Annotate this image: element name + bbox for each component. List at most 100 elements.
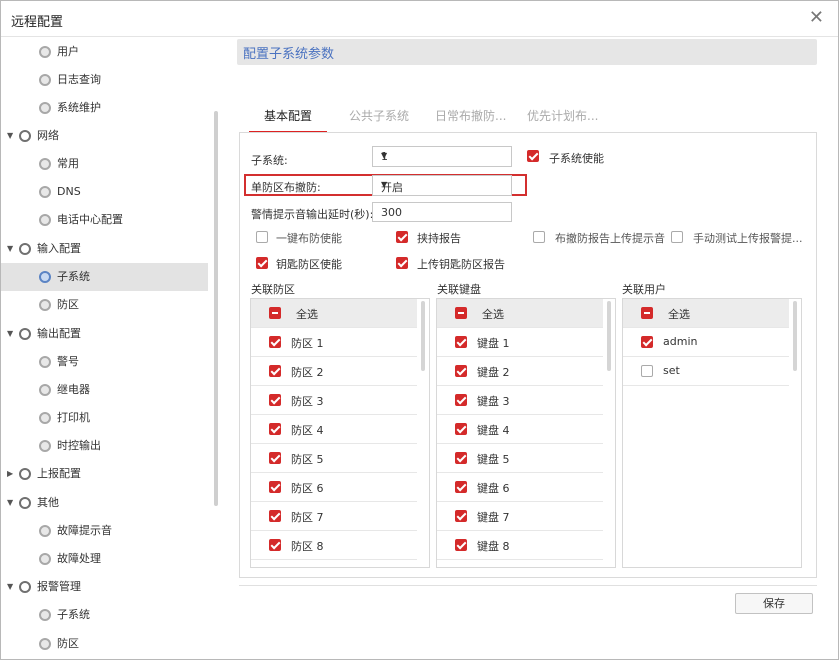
manual-test-checkbox[interactable] [671,231,683,243]
tree-item[interactable]: 打印机 [1,404,90,432]
select-all-checkbox[interactable] [641,307,653,319]
item-checkbox[interactable] [455,394,467,406]
item-checkbox[interactable] [455,423,467,435]
tree-item-label: 报警管理 [37,580,81,593]
list-item[interactable]: set [623,357,789,386]
item-checkbox[interactable] [455,539,467,551]
list-item[interactable]: 键盘 2 [437,357,603,386]
tree-item[interactable]: 用户 [1,38,79,66]
alarm-delay-input[interactable]: 300 [372,202,512,222]
caret-down-icon[interactable]: ▼ [7,235,19,263]
item-checkbox[interactable] [455,336,467,348]
tree-item[interactable]: 子系统 [1,601,90,629]
key-zone-report-checkbox[interactable] [396,257,408,269]
select-all-row[interactable]: 全选 [251,299,417,328]
tree-item[interactable]: ▼ 网络 [7,122,59,150]
list-item[interactable]: 键盘 8 [437,531,603,560]
tree-item[interactable]: ▼ 报警管理 [7,573,81,601]
item-checkbox[interactable] [455,481,467,493]
subsystem-select[interactable]: 1 ▼ [372,146,512,167]
key-zone-enable-checkbox[interactable] [256,257,268,269]
tree-item[interactable]: 系统维护 [1,94,101,122]
close-icon[interactable]: ✕ [809,7,824,28]
list-item[interactable]: 键盘 6 [437,473,603,502]
list-item[interactable]: 键盘 7 [437,502,603,531]
item-label: 键盘 5 [477,453,510,466]
list-item[interactable]: 键盘 4 [437,415,603,444]
list-item[interactable]: 防区 8 [251,531,417,560]
tree-item[interactable]: 电话中心配置 [1,206,123,234]
gear-icon [39,102,51,114]
arm-report-tone-checkbox[interactable] [533,231,545,243]
list-item[interactable]: admin [623,328,789,357]
item-label: 键盘 6 [477,482,510,495]
tree-item[interactable]: ▼ 其他 [7,489,59,517]
item-checkbox[interactable] [641,365,653,377]
item-checkbox[interactable] [455,365,467,377]
list-item[interactable]: 防区 4 [251,415,417,444]
list-item[interactable]: 防区 6 [251,473,417,502]
tree-item[interactable]: 故障处理 [1,545,101,573]
item-checkbox[interactable] [455,510,467,522]
list-item[interactable]: 键盘 5 [437,444,603,473]
caret-down-icon[interactable]: ▼ [7,489,19,517]
tree-item[interactable]: 警号 [1,348,79,376]
subsystem-enable-checkbox[interactable] [527,150,539,162]
item-label: 防区 3 [291,395,324,408]
list-item[interactable]: 防区 7 [251,502,417,531]
item-checkbox[interactable] [269,539,281,551]
list-scrollbar[interactable] [793,301,797,371]
caret-down-icon[interactable]: ▼ [7,320,19,348]
item-checkbox[interactable] [269,423,281,435]
tree-scrollbar[interactable] [214,111,218,506]
item-checkbox[interactable] [269,394,281,406]
tree-item[interactable]: 常用 [1,150,79,178]
list-item[interactable]: 键盘 1 [437,328,603,357]
item-label: set [663,364,680,377]
users-list: 全选 admin set [622,298,802,568]
caret-right-icon[interactable]: ▶ [7,460,19,488]
tab-daily-arm-disarm[interactable]: 日常布撤防... [435,99,506,133]
item-checkbox[interactable] [269,452,281,464]
select-all-row[interactable]: 全选 [623,299,789,328]
caret-down-icon[interactable]: ▼ [7,122,19,150]
tab-basic-config[interactable]: 基本配置 [264,99,312,133]
tree-item[interactable]: 时控输出 [1,432,101,460]
item-checkbox[interactable] [455,452,467,464]
tab-priority-schedule[interactable]: 优先计划布... [527,99,598,133]
tree-item[interactable]: 防区 [1,291,79,319]
list-item[interactable]: 防区 2 [251,357,417,386]
tree-item[interactable]: 日志查询 [1,66,101,94]
tree-item[interactable]: 故障提示音 [1,517,112,545]
item-checkbox[interactable] [269,336,281,348]
list-scrollbar[interactable] [607,301,611,371]
tree-item[interactable]: ▼ 输出配置 [7,320,81,348]
item-label: 防区 7 [291,511,324,524]
list-item[interactable]: 防区 3 [251,386,417,415]
tree-item[interactable]: ▶ 上报配置 [7,460,81,488]
item-checkbox[interactable] [641,336,653,348]
gear-icon [39,186,51,198]
item-checkbox[interactable] [269,365,281,377]
one-key-arm-checkbox[interactable] [256,231,268,243]
select-all-checkbox[interactable] [455,307,467,319]
tab-public-subsystem[interactable]: 公共子系统 [349,99,409,133]
list-item[interactable]: 防区 5 [251,444,417,473]
list-scrollbar[interactable] [421,301,425,371]
save-button[interactable]: 保存 [735,593,813,614]
tree-item[interactable]: ▼ 输入配置 [7,235,81,263]
caret-down-icon[interactable]: ▼ [7,573,19,601]
list-item[interactable]: 键盘 3 [437,386,603,415]
keyboards-list-title: 关联键盘 [437,283,481,296]
select-all-checkbox[interactable] [269,307,281,319]
tree-item[interactable]: 子系统 [1,263,208,291]
item-checkbox[interactable] [269,481,281,493]
tree-item[interactable]: DNS [1,178,81,206]
single-zone-select[interactable]: 开启 ▼ [372,175,512,196]
tree-item[interactable]: 防区 [1,630,79,658]
tree-item[interactable]: 继电器 [1,376,90,404]
select-all-row[interactable]: 全选 [437,299,603,328]
duress-report-checkbox[interactable] [396,231,408,243]
list-item[interactable]: 防区 1 [251,328,417,357]
item-checkbox[interactable] [269,510,281,522]
